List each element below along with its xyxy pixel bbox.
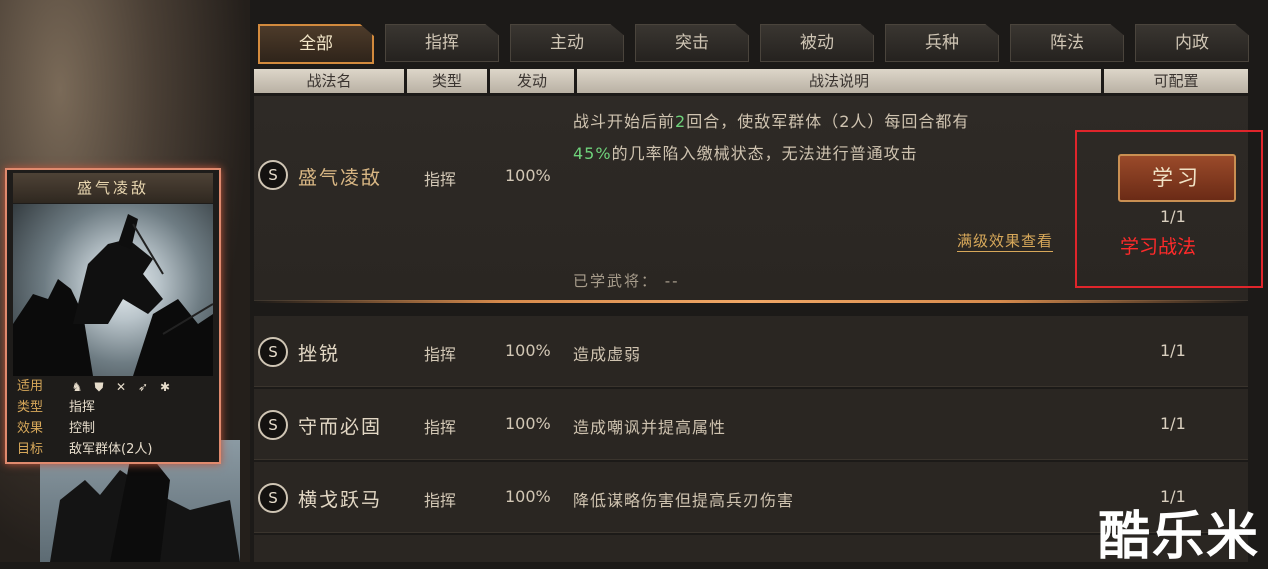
skill-type: 指挥 xyxy=(424,345,457,364)
watermark: 酷乐米 xyxy=(1098,507,1261,567)
skill-type: 指挥 xyxy=(424,418,457,437)
tab-active[interactable]: 主动 xyxy=(510,24,624,62)
skill-name: 挫锐 xyxy=(298,343,341,365)
skill-configurable: 1/1 xyxy=(1160,341,1186,360)
header-name[interactable]: 战法名 xyxy=(254,69,404,93)
card-info-row-effect: 效果 控制 xyxy=(13,418,213,439)
card-value: 控制 xyxy=(69,421,96,436)
card-value: 指挥 xyxy=(69,400,96,415)
header-trigger[interactable]: 发动 xyxy=(490,69,574,93)
skill-trigger-rate: 100% xyxy=(505,166,551,185)
learned-generals: 已学武将： -- xyxy=(573,272,680,290)
tab-passive[interactable]: 被动 xyxy=(760,24,874,62)
shield-icon: ⛊ xyxy=(94,379,104,394)
full-level-effect-link[interactable]: 满级效果查看 xyxy=(957,230,1054,252)
category-tabs: 全部 指挥 主动 突击 被动 兵种 阵法 内政 xyxy=(258,24,1249,64)
grade-s-icon: S xyxy=(258,483,288,513)
skill-row[interactable] xyxy=(254,316,1248,387)
card-key: 目标 xyxy=(17,442,44,457)
siege-icon: ✱ xyxy=(159,379,171,394)
grade-s-icon: S xyxy=(258,160,288,190)
header-type[interactable]: 类型 xyxy=(407,69,487,93)
skill-desc: 造成虚弱 xyxy=(573,345,642,364)
skill-type: 指挥 xyxy=(424,170,457,189)
divider-glow xyxy=(254,300,1248,303)
card-info-row-target: 目标 敌军群体(2人) xyxy=(13,439,213,460)
tab-command[interactable]: 指挥 xyxy=(385,24,499,62)
card-value: 敌军群体(2人) xyxy=(69,442,153,457)
skill-name: 盛气凌敌 xyxy=(298,167,383,189)
header-configurable[interactable]: 可配置 xyxy=(1104,69,1248,93)
skill-name: 横戈跃马 xyxy=(298,489,383,511)
card-key: 类型 xyxy=(17,400,44,415)
skill-desc-line1: 战斗开始后前2回合，使敌军群体（2人）每回合都有 xyxy=(573,112,970,131)
spear-icon: ➶ xyxy=(137,379,149,394)
bow-icon: ✕ xyxy=(115,379,127,394)
troop-icons: ♞ ⛊ ✕ ➶ ✱ xyxy=(69,376,173,397)
header-desc: 战法说明 xyxy=(577,69,1101,93)
card-info-row-applicable: 适用 ♞ ⛊ ✕ ➶ ✱ xyxy=(13,376,213,397)
card-artwork xyxy=(13,204,213,376)
skill-desc: 降低谋略伤害但提高兵刃伤害 xyxy=(573,491,795,510)
tab-internal[interactable]: 内政 xyxy=(1135,24,1249,62)
skill-type: 指挥 xyxy=(424,491,457,510)
grade-s-icon: S xyxy=(258,410,288,440)
grade-s-icon: S xyxy=(258,337,288,367)
card-key: 效果 xyxy=(17,421,44,436)
cavalry-icon: ♞ xyxy=(71,379,83,394)
tab-formation[interactable]: 阵法 xyxy=(1010,24,1124,62)
skill-card: 盛气凌敌 适用 ♞ ⛊ ✕ ➶ ✱ 类型 指挥 效果 控制 目标 敌军群体(2人… xyxy=(5,168,221,464)
skill-desc-line2: 45%的几率陷入缴械状态，无法进行普通攻击 xyxy=(573,144,918,163)
card-key: 适用 xyxy=(17,379,44,394)
tab-assault[interactable]: 突击 xyxy=(635,24,749,62)
skill-row[interactable] xyxy=(254,389,1248,460)
tab-troop[interactable]: 兵种 xyxy=(885,24,999,62)
skill-trigger-rate: 100% xyxy=(505,341,551,360)
card-info-row-type: 类型 指挥 xyxy=(13,397,213,418)
annotation-box xyxy=(1075,130,1263,288)
skill-name: 守而必固 xyxy=(298,416,383,438)
skill-trigger-rate: 100% xyxy=(505,414,551,433)
card-info: 适用 ♞ ⛊ ✕ ➶ ✱ 类型 指挥 效果 控制 目标 敌军群体(2人) xyxy=(13,376,213,460)
skill-desc: 造成嘲讽并提高属性 xyxy=(573,418,727,437)
skill-trigger-rate: 100% xyxy=(505,487,551,506)
skill-configurable: 1/1 xyxy=(1160,414,1186,433)
tab-all[interactable]: 全部 xyxy=(258,24,374,64)
annotation-label: 学习战法 xyxy=(1120,236,1197,258)
card-title: 盛气凌敌 xyxy=(13,173,213,203)
